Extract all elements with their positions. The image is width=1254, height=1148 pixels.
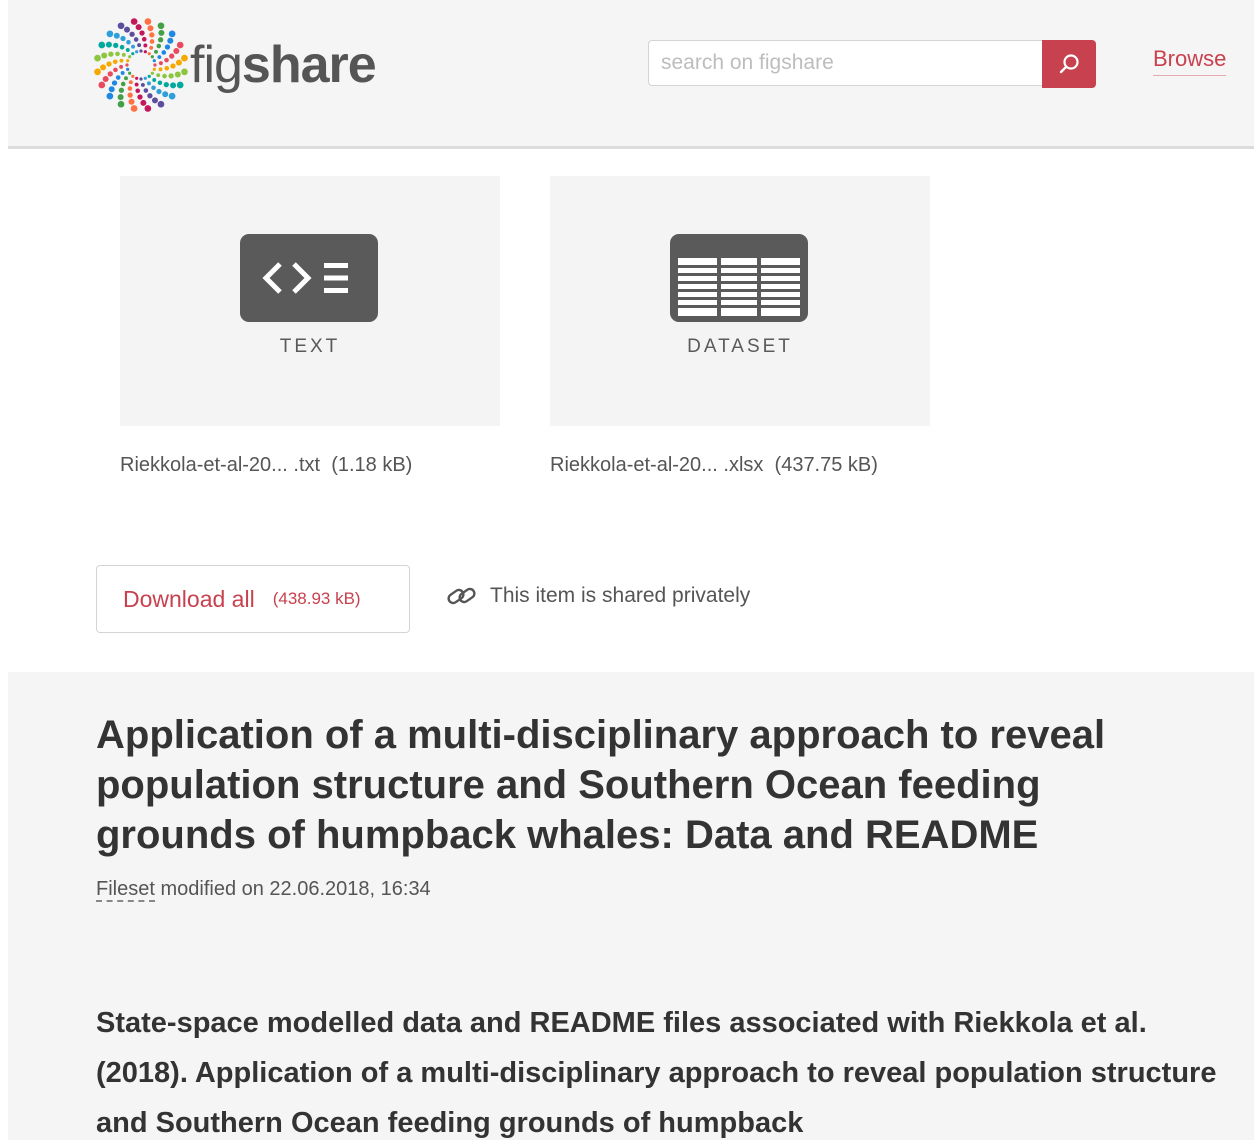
item-details: Application of a multi-disciplinary appr…: [8, 672, 1254, 1140]
file-type-label: DATASET: [687, 336, 793, 357]
item-title: Application of a multi-disciplinary appr…: [96, 713, 1106, 857]
logo-wordmark: figshare: [190, 30, 377, 100]
file-name-text: Riekkola-et-al-20... .xlsx: [550, 454, 764, 476]
search-icon: [1059, 54, 1079, 74]
file-size: (1.18 kB): [331, 454, 413, 476]
download-all-size: (438.93 kB): [272, 589, 361, 608]
shared-text: This item is shared privately: [490, 584, 751, 607]
download-all-button[interactable]: Download all (438.93 kB): [96, 565, 410, 633]
file-name[interactable]: Riekkola-et-al-20... .txt (1.18 kB): [120, 454, 412, 477]
browse-link[interactable]: Browse: [1153, 46, 1227, 76]
figshare-logo-icon: [94, 18, 188, 112]
file-preview-text[interactable]: TEXT: [120, 176, 500, 426]
file-size: (437.75 kB): [774, 454, 878, 476]
search-button[interactable]: [1042, 40, 1096, 88]
code-file-icon: [240, 234, 378, 322]
file-name[interactable]: Riekkola-et-al-20... .xlsx (437.75 kB): [550, 454, 878, 477]
file-preview-dataset[interactable]: DATASET: [550, 176, 930, 426]
file-name-text: Riekkola-et-al-20... .txt: [120, 454, 321, 476]
shared-privately-notice: This item is shared privately: [446, 584, 750, 608]
item-meta: Fileset modified on 22.06.2018, 16:34: [96, 878, 431, 902]
file-type-label: TEXT: [279, 336, 341, 357]
logo-text-fig: fig: [190, 36, 243, 94]
link-icon: [447, 587, 476, 605]
spreadsheet-icon: [670, 234, 808, 322]
item-type[interactable]: Fileset: [96, 878, 155, 902]
search-box: [648, 40, 1042, 86]
search-input[interactable]: [649, 41, 1042, 85]
figshare-logo[interactable]: figshare: [94, 18, 414, 112]
item-description: State-space modelled data and README fil…: [96, 1007, 1217, 1139]
item-modified: modified on 22.06.2018, 16:34: [160, 878, 431, 900]
download-all-label: Download all: [123, 585, 255, 612]
logo-text-share: share: [241, 36, 377, 94]
site-header: figshare Browse: [8, 0, 1254, 149]
